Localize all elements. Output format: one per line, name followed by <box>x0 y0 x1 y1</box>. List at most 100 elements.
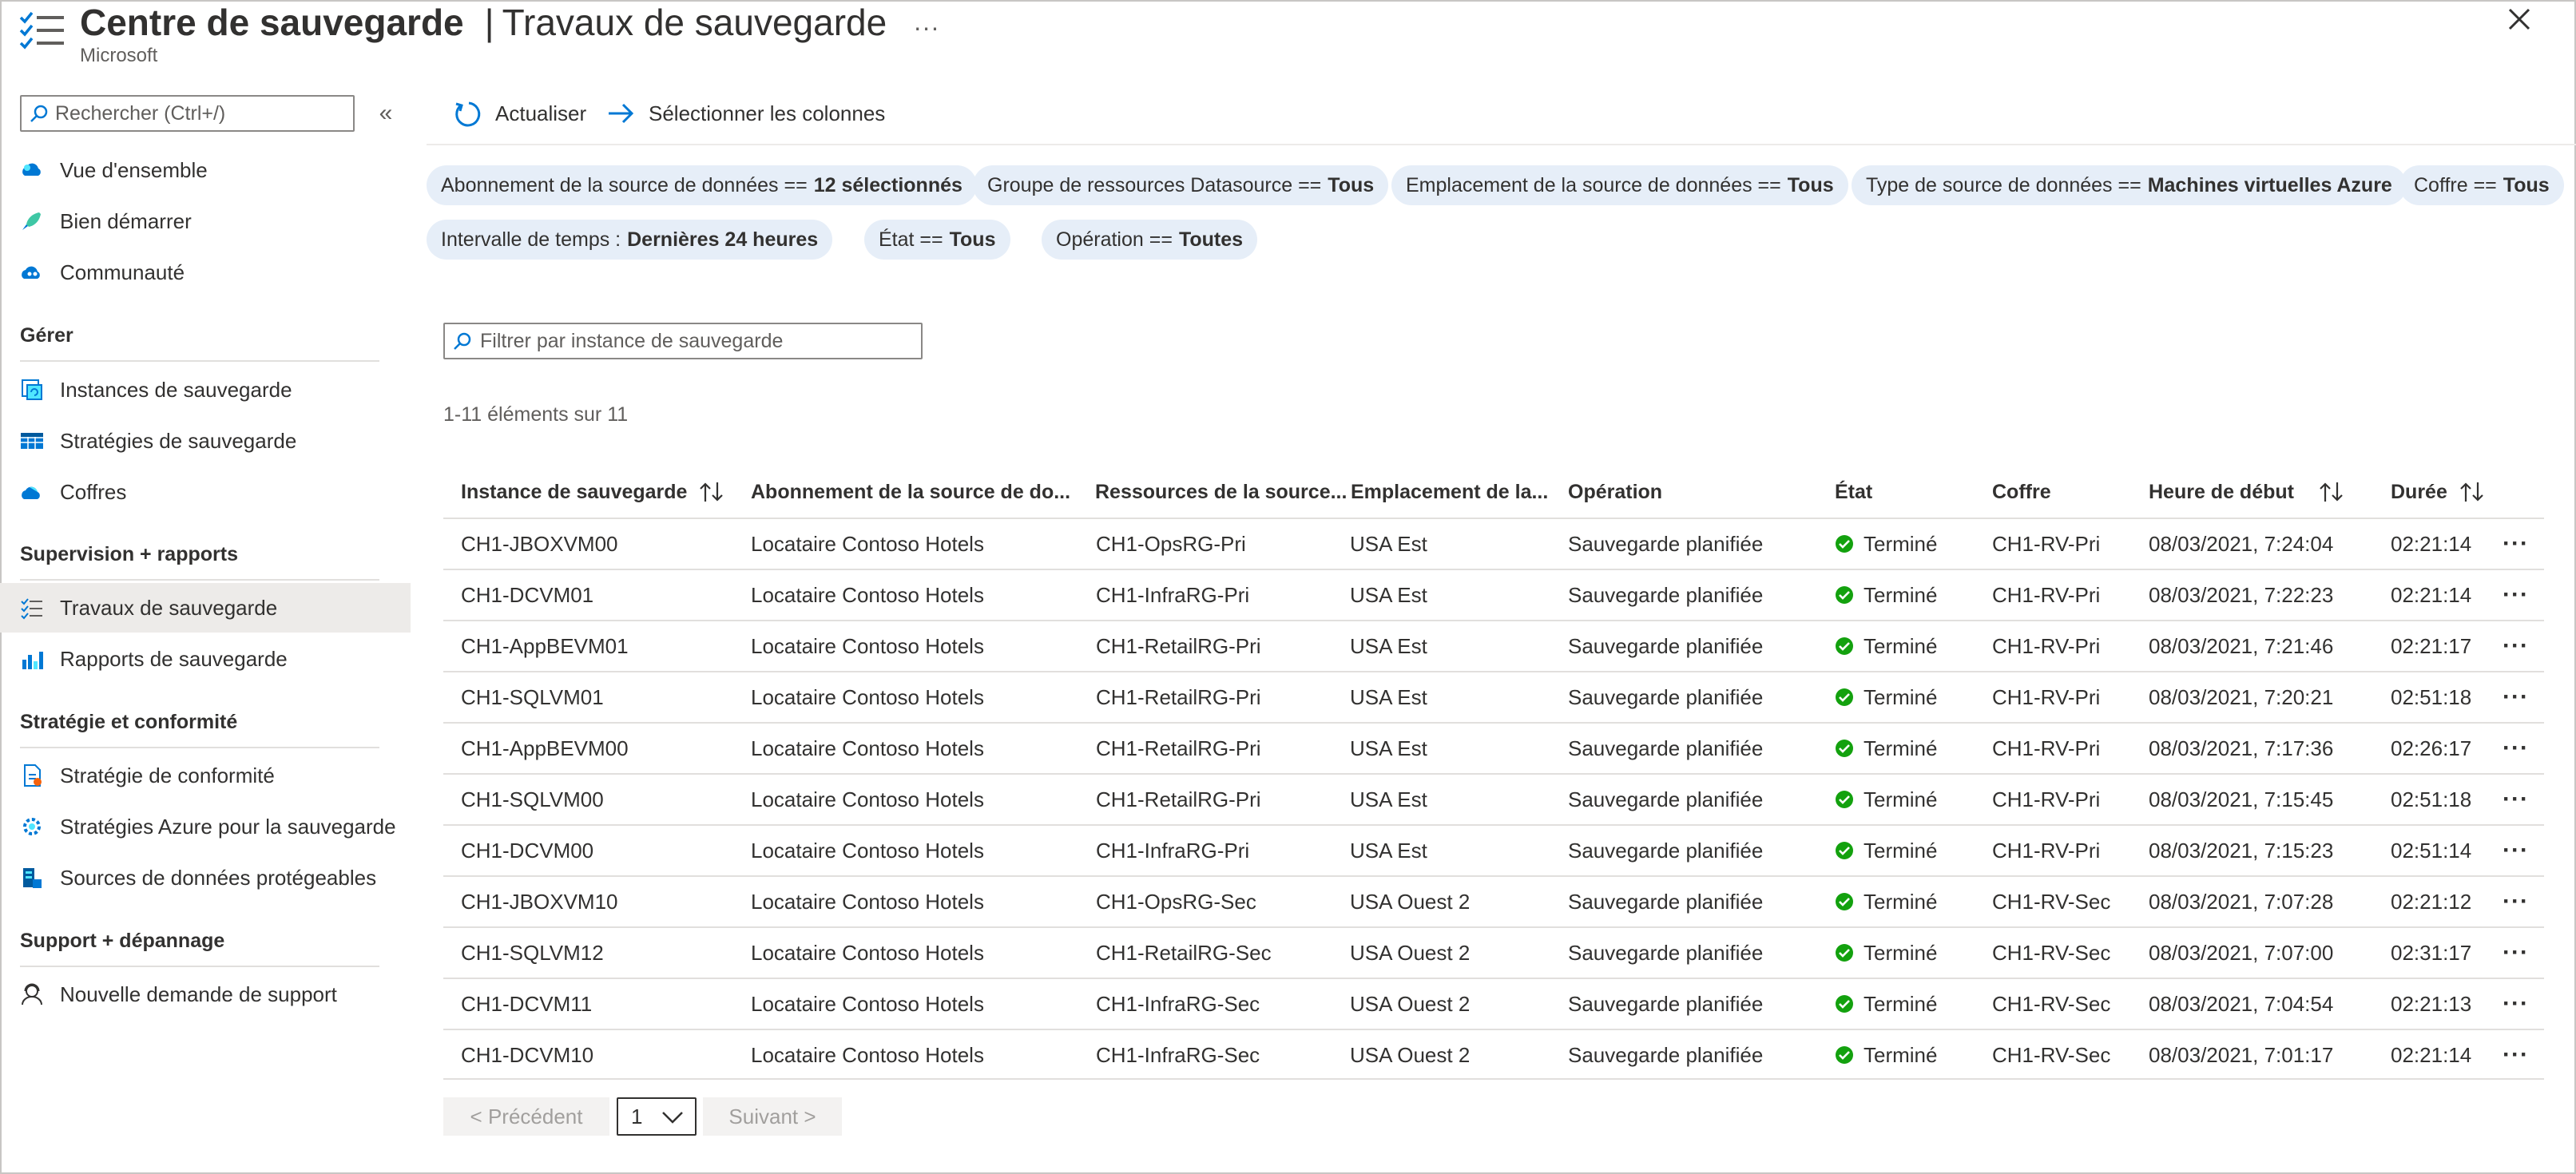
chevron-down-icon <box>662 1112 683 1124</box>
row-more-options-button[interactable]: ··· <box>2503 775 2529 824</box>
cell-operation-text: Sauvegarde planifiée <box>1568 940 1764 965</box>
cell-resources: CH1-InfraRG-Pri <box>1096 570 1249 620</box>
table-row[interactable]: CH1-DCVM01 Locataire Contoso Hotels CH1-In… <box>443 569 2544 620</box>
table-row[interactable]: CH1-SQLVM12 Locataire Contoso Hotels CH1-R… <box>443 926 2544 978</box>
cell-instance-text: CH1-SQLVM01 <box>461 684 604 709</box>
sidebar-item-community[interactable]: Communauté <box>0 248 411 297</box>
row-more-options-button[interactable]: ··· <box>2503 826 2529 875</box>
cell-status-text: Terminé <box>1864 838 1938 863</box>
filter-pill-operation[interactable]: Opération == Toutes <box>1042 220 1258 260</box>
sort-icon[interactable] <box>2459 481 2486 503</box>
column-header-instance[interactable]: Instance de sauvegarde <box>461 476 725 508</box>
cell-operation-text: Sauvegarde planifiée <box>1568 838 1764 863</box>
column-header-operation[interactable]: Opération <box>1568 476 1662 508</box>
sidebar-item-backup-policies[interactable]: Stratégies de sauvegarde <box>0 416 411 466</box>
cell-start-time: 08/03/2021, 7:15:45 <box>2149 775 2333 824</box>
sidebar-item-backup-jobs[interactable]: Travaux de sauvegarde <box>0 583 411 633</box>
table-policy-icon <box>20 429 44 453</box>
row-more-options-button[interactable]: ··· <box>2503 672 2529 722</box>
filter-pill-vault[interactable]: Coffre == Tous <box>2399 165 2564 205</box>
filter-pill-datasource-type[interactable]: Type de source de données == Machines vir… <box>1852 165 2407 205</box>
instance-filter-input[interactable] <box>480 329 911 353</box>
sidebar-item-azure-policies[interactable]: Stratégies Azure pour la sauvegarde <box>0 802 411 851</box>
table-row[interactable]: CH1-AppBEVM00 Locataire Contoso Hotels CH1… <box>443 722 2544 773</box>
sort-icon[interactable] <box>698 481 725 503</box>
filter-pill-resource-group[interactable]: Groupe de ressources Datasource == Tous <box>973 165 1389 205</box>
row-more-options-button[interactable]: ··· <box>2503 1030 2529 1080</box>
filter-pill-time-range[interactable]: Intervalle de temps : Dernières 24 heures <box>427 220 833 260</box>
sidebar-item-backup-reports[interactable]: Rapports de sauvegarde <box>0 634 411 684</box>
cell-start-time: 08/03/2021, 7:04:54 <box>2149 979 2333 1029</box>
close-icon[interactable] <box>2505 5 2534 34</box>
toolbar-divider <box>427 144 2576 145</box>
select-columns-button[interactable]: Sélectionner les colonnes <box>605 93 885 134</box>
cell-vault: CH1-RV-Pri <box>1992 775 2100 824</box>
table-row[interactable]: CH1-SQLVM01 Locataire Contoso Hotels CH1-R… <box>443 671 2544 722</box>
column-header-duration[interactable]: Durée <box>2391 476 2486 508</box>
row-more-options-button[interactable]: ··· <box>2503 979 2529 1029</box>
column-header-status[interactable]: État <box>1835 476 1872 508</box>
row-more-options-button[interactable]: ··· <box>2503 570 2529 620</box>
cell-status-text: Terminé <box>1864 684 1938 709</box>
sidebar-item-label: Travaux de sauvegarde <box>60 595 278 620</box>
row-more-options-button[interactable]: ··· <box>2503 621 2529 671</box>
cell-vault: CH1-RV-Pri <box>1992 826 2100 875</box>
cell-vault: CH1-RV-Pri <box>1992 621 2100 671</box>
collapse-sidebar-button[interactable]: « <box>374 97 398 129</box>
section-policy-compliance: Stratégie et conformité <box>20 711 238 733</box>
sidebar-item-new-support-request[interactable]: Nouvelle demande de support <box>0 970 411 1019</box>
table-row[interactable]: CH1-DCVM00 Locataire Contoso Hotels CH1-In… <box>443 824 2544 875</box>
sidebar-item-label: Stratégie de conformité <box>60 763 275 787</box>
more-options-button[interactable]: ... <box>914 7 940 36</box>
cell-vault: CH1-RV-Sec <box>1992 877 2110 926</box>
row-more-options-button[interactable]: ··· <box>2503 928 2529 978</box>
table-row[interactable]: CH1-AppBEVM01 Locataire Contoso Hotels CH1… <box>443 620 2544 671</box>
table-row[interactable]: CH1-SQLVM00 Locataire Contoso Hotels CH1-R… <box>443 773 2544 824</box>
instance-filter[interactable] <box>443 323 923 359</box>
filter-pill-location[interactable]: Emplacement de la source de données == To… <box>1391 165 1848 205</box>
column-header-location[interactable]: Emplacement de la... <box>1351 476 1548 508</box>
success-check-icon <box>1836 893 1853 910</box>
row-more-options-button[interactable]: ··· <box>2503 519 2529 569</box>
column-header-start-time[interactable]: Heure de début <box>2149 476 2345 508</box>
page-select[interactable]: 1 <box>617 1097 697 1136</box>
table-row[interactable]: CH1-JBOXVM00 Locataire Contoso Hotels CH1-… <box>443 518 2544 569</box>
table-row[interactable]: CH1-DCVM11 Locataire Contoso Hotels CH1-In… <box>443 978 2544 1029</box>
table-row[interactable]: CH1-DCVM10 Locataire Contoso Hotels CH1-In… <box>443 1029 2544 1080</box>
cell-resources-text: CH1-InfraRG-Sec <box>1096 991 1260 1016</box>
cell-vault-text: CH1-RV-Sec <box>1992 991 2111 1016</box>
sidebar-search[interactable] <box>20 95 355 132</box>
sidebar-item-overview[interactable]: Vue d'ensemble <box>0 145 411 195</box>
sidebar-item-protectable-datasources[interactable]: Sources de données protégeables <box>0 853 411 902</box>
sort-icon[interactable] <box>2318 481 2345 503</box>
cell-start-time-text: 08/03/2021, 7:01:17 <box>2149 1042 2334 1067</box>
cell-vault: CH1-RV-Sec <box>1992 1030 2110 1080</box>
sidebar-item-compliance-policy[interactable]: Stratégie de conformité <box>0 751 411 800</box>
row-more-options-button[interactable]: ··· <box>2503 877 2529 926</box>
cell-status: Terminé <box>1835 775 1937 824</box>
column-header-resources[interactable]: Ressources de la source... <box>1095 476 1347 508</box>
filter-pill-status[interactable]: État == Tous <box>864 220 1010 260</box>
cell-instance: CH1-DCVM10 <box>461 1030 593 1080</box>
table-row[interactable]: CH1-JBOXVM10 Locataire Contoso Hotels CH1-… <box>443 875 2544 926</box>
cell-location-text: USA Est <box>1350 838 1427 863</box>
sidebar-item-backup-instances[interactable]: Instances de sauvegarde <box>0 365 411 414</box>
next-page-button[interactable]: Suivant > <box>703 1097 842 1136</box>
cell-resources: CH1-OpsRG-Sec <box>1096 877 1256 926</box>
cell-operation-text: Sauvegarde planifiée <box>1568 684 1764 709</box>
column-header-subscription[interactable]: Abonnement de la source de do... <box>751 476 1070 508</box>
success-check-icon <box>1836 944 1853 962</box>
cell-subscription-text: Locataire Contoso Hotels <box>751 531 984 556</box>
filter-pill-subscription[interactable]: Abonnement de la source de données == 12 … <box>427 165 977 205</box>
column-header-vault[interactable]: Coffre <box>1992 476 2051 508</box>
filter-pill-value: Tous <box>2503 173 2550 196</box>
filter-pill-value: Dernières 24 heures <box>627 228 819 251</box>
cell-status: Terminé <box>1835 928 1937 978</box>
row-more-options-button[interactable]: ··· <box>2503 724 2529 773</box>
sidebar-item-vaults[interactable]: Coffres <box>0 467 411 517</box>
previous-page-button[interactable]: < Précédent <box>443 1097 609 1136</box>
refresh-button[interactable]: Actualiser <box>452 93 586 134</box>
sidebar-search-input[interactable] <box>55 101 343 125</box>
page-select-value: 1 <box>631 1104 643 1128</box>
sidebar-item-get-started[interactable]: Bien démarrer <box>0 196 411 246</box>
